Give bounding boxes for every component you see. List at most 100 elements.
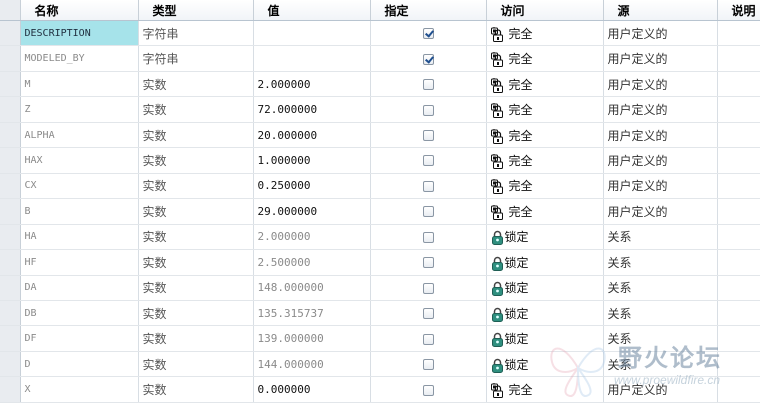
row-gutter[interactable] [0, 224, 21, 251]
table-row[interactable]: M 实数 2.000000 完全 用户定义的 [0, 71, 760, 98]
cell-type[interactable]: 实数 [138, 376, 254, 403]
table-row[interactable]: HF 实数 2.500000 锁定 关系 [0, 249, 760, 276]
cell-source[interactable]: 关系 [603, 224, 718, 251]
cell-name[interactable]: DF [20, 325, 139, 352]
cell-value[interactable]: 144.000000 [253, 351, 371, 378]
cell-name[interactable]: B [20, 198, 139, 225]
cell-name[interactable]: ALPHA [20, 122, 139, 149]
table-row[interactable]: X 实数 0.000000 完全 用户定义的 [0, 376, 760, 403]
cell-type[interactable]: 实数 [138, 147, 254, 174]
cell-value[interactable]: 148.000000 [253, 275, 371, 301]
cell-type[interactable]: 实数 [138, 198, 254, 225]
designated-checkbox[interactable] [422, 79, 434, 91]
cell-access[interactable]: 锁定 [486, 275, 604, 301]
cell-description[interactable] [717, 198, 760, 225]
designated-checkbox[interactable] [422, 308, 434, 320]
designated-checkbox[interactable] [422, 28, 434, 40]
row-gutter[interactable] [0, 198, 21, 225]
designated-checkbox[interactable] [422, 231, 434, 243]
designated-checkbox[interactable] [422, 384, 434, 396]
column-header-source[interactable]: 源 [603, 0, 718, 21]
cell-description[interactable] [717, 45, 760, 72]
cell-name[interactable]: M [20, 71, 139, 98]
table-row[interactable]: DF 实数 139.000000 锁定 关系 [0, 325, 760, 352]
cell-source[interactable]: 关系 [603, 249, 718, 276]
cell-description[interactable] [717, 249, 760, 276]
row-gutter[interactable] [0, 300, 21, 327]
row-gutter[interactable] [0, 249, 21, 276]
cell-source[interactable]: 关系 [603, 325, 718, 352]
cell-source[interactable]: 用户定义的 [603, 122, 718, 149]
cell-access[interactable]: 完全 [486, 122, 604, 149]
cell-source[interactable]: 用户定义的 [603, 198, 718, 225]
cell-source[interactable]: 用户定义的 [603, 96, 718, 123]
row-gutter[interactable] [0, 173, 21, 200]
cell-description[interactable] [717, 376, 760, 403]
row-gutter[interactable] [0, 325, 21, 352]
table-row[interactable]: DA 实数 148.000000 锁定 关系 [0, 275, 760, 301]
cell-type[interactable]: 实数 [138, 300, 254, 327]
designated-checkbox[interactable] [422, 206, 434, 218]
cell-source[interactable]: 关系 [603, 351, 718, 378]
cell-name[interactable]: DA [20, 275, 139, 301]
table-row[interactable]: HAX 实数 1.000000 完全 用户定义的 [0, 147, 760, 174]
row-gutter[interactable] [0, 45, 21, 72]
cell-source[interactable]: 用户定义的 [603, 173, 718, 200]
cell-description[interactable] [717, 147, 760, 174]
cell-type[interactable]: 字符串 [138, 20, 254, 47]
column-header-value[interactable]: 值 [253, 0, 371, 21]
cell-description[interactable] [717, 224, 760, 251]
cell-type[interactable]: 字符串 [138, 45, 254, 72]
cell-access[interactable]: 锁定 [486, 249, 604, 276]
cell-type[interactable]: 实数 [138, 275, 254, 301]
cell-value[interactable] [253, 20, 371, 47]
cell-value[interactable]: 1.000000 [253, 147, 371, 174]
designated-checkbox[interactable] [422, 104, 434, 116]
table-row[interactable]: B 实数 29.000000 完全 用户定义的 [0, 198, 760, 225]
cell-name[interactable]: DB [20, 300, 139, 327]
table-row[interactable]: D 实数 144.000000 锁定 关系 [0, 351, 760, 378]
designated-checkbox[interactable] [422, 282, 434, 294]
cell-access[interactable]: 完全 [486, 71, 604, 98]
table-row[interactable]: MODELED_BY 字符串 完全 用户定义的 [0, 45, 760, 72]
cell-description[interactable] [717, 96, 760, 123]
cell-description[interactable] [717, 325, 760, 352]
cell-value[interactable]: 139.000000 [253, 325, 371, 352]
column-header-designated[interactable]: 指定 [370, 0, 487, 21]
cell-access[interactable]: 锁定 [486, 300, 604, 327]
cell-value[interactable]: 0.000000 [253, 376, 371, 403]
row-gutter[interactable] [0, 147, 21, 174]
designated-checkbox[interactable] [422, 130, 434, 142]
cell-access[interactable]: 完全 [486, 376, 604, 403]
column-header-description[interactable]: 说明 [717, 0, 760, 21]
table-row[interactable]: ALPHA 实数 20.000000 完全 用户定义的 [0, 122, 760, 149]
cell-value[interactable]: 0.250000 [253, 173, 371, 200]
cell-description[interactable] [717, 173, 760, 200]
cell-value[interactable]: 135.315737 [253, 300, 371, 327]
cell-type[interactable]: 实数 [138, 249, 254, 276]
row-gutter[interactable] [0, 275, 21, 301]
cell-description[interactable] [717, 275, 760, 301]
table-row[interactable]: DESCRIPTION 字符串 完全 用户定义的 [0, 20, 760, 47]
row-gutter[interactable] [0, 122, 21, 149]
designated-checkbox[interactable] [422, 53, 434, 65]
designated-checkbox[interactable] [422, 155, 434, 167]
cell-description[interactable] [717, 351, 760, 378]
cell-name[interactable]: CX [20, 173, 139, 200]
cell-description[interactable] [717, 71, 760, 98]
designated-checkbox[interactable] [422, 333, 434, 345]
cell-access[interactable]: 完全 [486, 96, 604, 123]
designated-checkbox[interactable] [422, 359, 434, 371]
row-gutter[interactable] [0, 351, 21, 378]
cell-type[interactable]: 实数 [138, 173, 254, 200]
table-row[interactable]: DB 实数 135.315737 锁定 关系 [0, 300, 760, 327]
cell-value[interactable]: 29.000000 [253, 198, 371, 225]
cell-name[interactable]: Z [20, 96, 139, 123]
cell-source[interactable]: 关系 [603, 275, 718, 301]
cell-description[interactable] [717, 20, 760, 47]
designated-checkbox[interactable] [422, 180, 434, 192]
cell-access[interactable]: 完全 [486, 20, 604, 47]
cell-name[interactable]: HF [20, 249, 139, 276]
cell-access[interactable]: 完全 [486, 173, 604, 200]
designated-checkbox[interactable] [422, 257, 434, 269]
